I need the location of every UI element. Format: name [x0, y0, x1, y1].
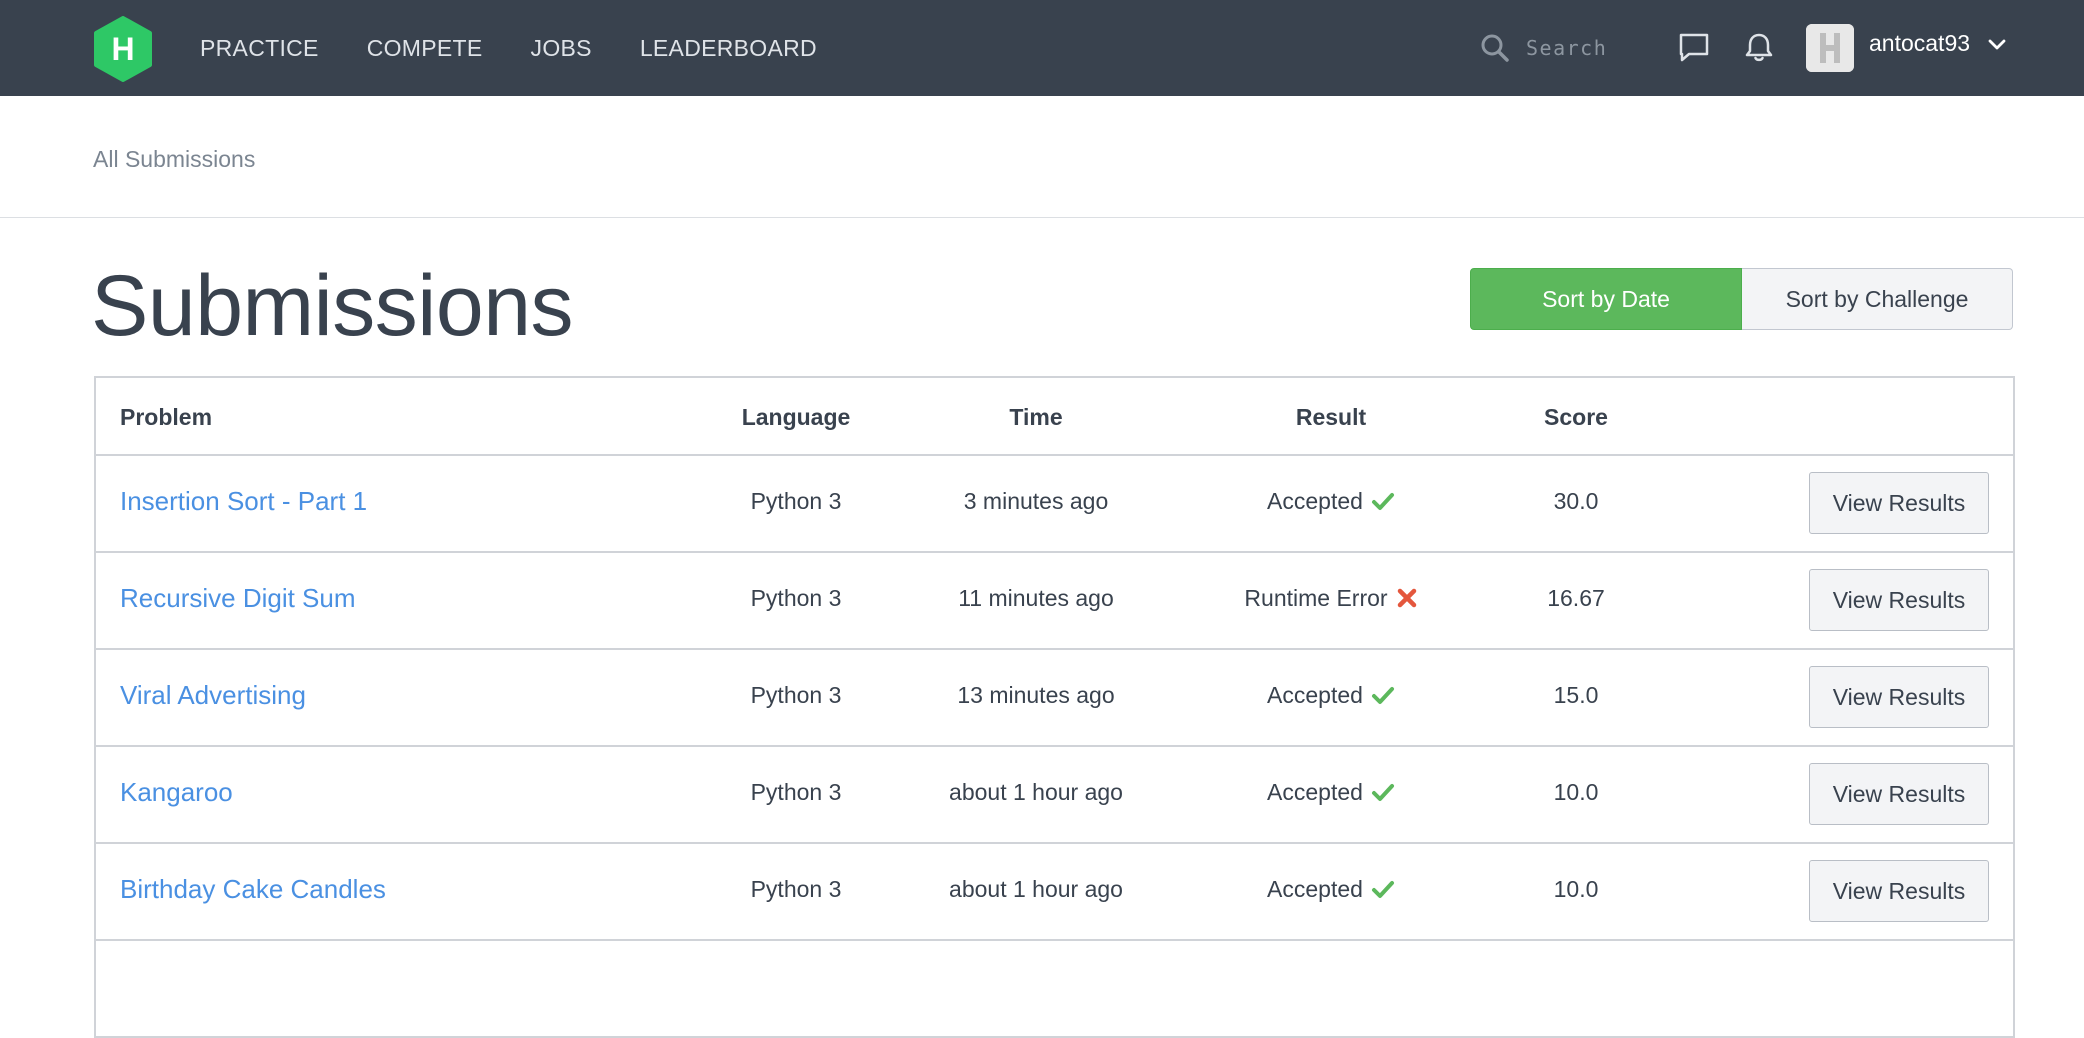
view-results-button[interactable]: View Results: [1809, 569, 1989, 631]
view-results-button[interactable]: View Results: [1809, 763, 1989, 825]
result-text: Accepted: [1267, 779, 1363, 805]
page-title: Submissions: [91, 258, 574, 354]
sort-by-challenge-button[interactable]: Sort by Challenge: [1742, 268, 2013, 330]
check-icon: [1371, 493, 1394, 510]
hackerrank-logo-icon[interactable]: H: [93, 16, 153, 82]
header-score: Score: [1544, 404, 1608, 430]
result-text: Accepted: [1267, 488, 1363, 514]
submissions-table: Problem Language Time Result Score Inser…: [94, 376, 2015, 1038]
time-cell: 13 minutes ago: [957, 682, 1115, 708]
top-navbar: H PRACTICE COMPETE JOBS LEADERBOARD anto…: [0, 0, 2084, 96]
score-cell: 16.67: [1547, 585, 1605, 611]
time-cell: 11 minutes ago: [958, 585, 1114, 611]
problem-link[interactable]: Birthday Cake Candles: [120, 874, 386, 905]
result-text: Accepted: [1267, 876, 1363, 902]
cross-icon: [1397, 588, 1416, 608]
table-header: Problem Language Time Result Score: [96, 378, 2013, 456]
result-text: Runtime Error: [1244, 585, 1388, 611]
sort-by-date-button[interactable]: Sort by Date: [1470, 268, 1742, 330]
main-nav: PRACTICE COMPETE JOBS LEADERBOARD: [200, 0, 865, 96]
chevron-down-icon[interactable]: [1986, 34, 2008, 56]
time-cell: about 1 hour ago: [949, 876, 1123, 902]
score-cell: 15.0: [1553, 682, 1599, 708]
nav-jobs[interactable]: JOBS: [531, 35, 592, 62]
bell-icon[interactable]: [1742, 30, 1776, 64]
table-row: [96, 941, 2013, 1038]
nav-practice[interactable]: PRACTICE: [200, 35, 319, 62]
check-icon: [1371, 687, 1394, 704]
search-icon: [1481, 34, 1509, 62]
nav-leaderboard[interactable]: LEADERBOARD: [640, 35, 817, 62]
score-cell: 10.0: [1553, 779, 1599, 805]
nav-compete[interactable]: COMPETE: [367, 35, 483, 62]
avatar[interactable]: [1806, 24, 1854, 72]
check-icon: [1371, 784, 1394, 801]
problem-link[interactable]: Recursive Digit Sum: [120, 583, 356, 614]
view-results-button[interactable]: View Results: [1809, 666, 1989, 728]
breadcrumb-bar: All Submissions: [0, 96, 2084, 218]
view-results-button[interactable]: View Results: [1809, 472, 1989, 534]
sort-toggle: Sort by Date Sort by Challenge: [1470, 268, 2013, 330]
table-row: Kangaroo Python 3 about 1 hour ago Accep…: [96, 747, 2013, 844]
table-row: Viral Advertising Python 3 13 minutes ag…: [96, 650, 2013, 747]
search-box[interactable]: [1480, 26, 1640, 70]
check-icon: [1371, 881, 1394, 898]
logo-letter: H: [111, 31, 134, 67]
search-input[interactable]: [1526, 36, 1636, 60]
view-results-button[interactable]: View Results: [1809, 860, 1989, 922]
time-cell: about 1 hour ago: [949, 779, 1123, 805]
table-row: Insertion Sort - Part 1 Python 3 3 minut…: [96, 456, 2013, 553]
problem-link[interactable]: Kangaroo: [120, 777, 233, 808]
time-cell: 3 minutes ago: [963, 488, 1109, 514]
header-problem: Problem: [120, 404, 213, 430]
username[interactable]: antocat93: [1869, 30, 1970, 57]
header-time: Time: [1009, 404, 1063, 430]
table-row: Recursive Digit Sum Python 3 11 minutes …: [96, 553, 2013, 650]
score-cell: 30.0: [1553, 488, 1599, 514]
problem-link[interactable]: Viral Advertising: [120, 680, 306, 711]
breadcrumb[interactable]: All Submissions: [93, 146, 255, 173]
score-cell: 10.0: [1553, 876, 1599, 902]
result-text: Accepted: [1267, 682, 1363, 708]
chat-icon[interactable]: [1677, 30, 1711, 64]
problem-link[interactable]: Insertion Sort - Part 1: [120, 486, 367, 517]
table-row: Birthday Cake Candles Python 3 about 1 h…: [96, 844, 2013, 941]
